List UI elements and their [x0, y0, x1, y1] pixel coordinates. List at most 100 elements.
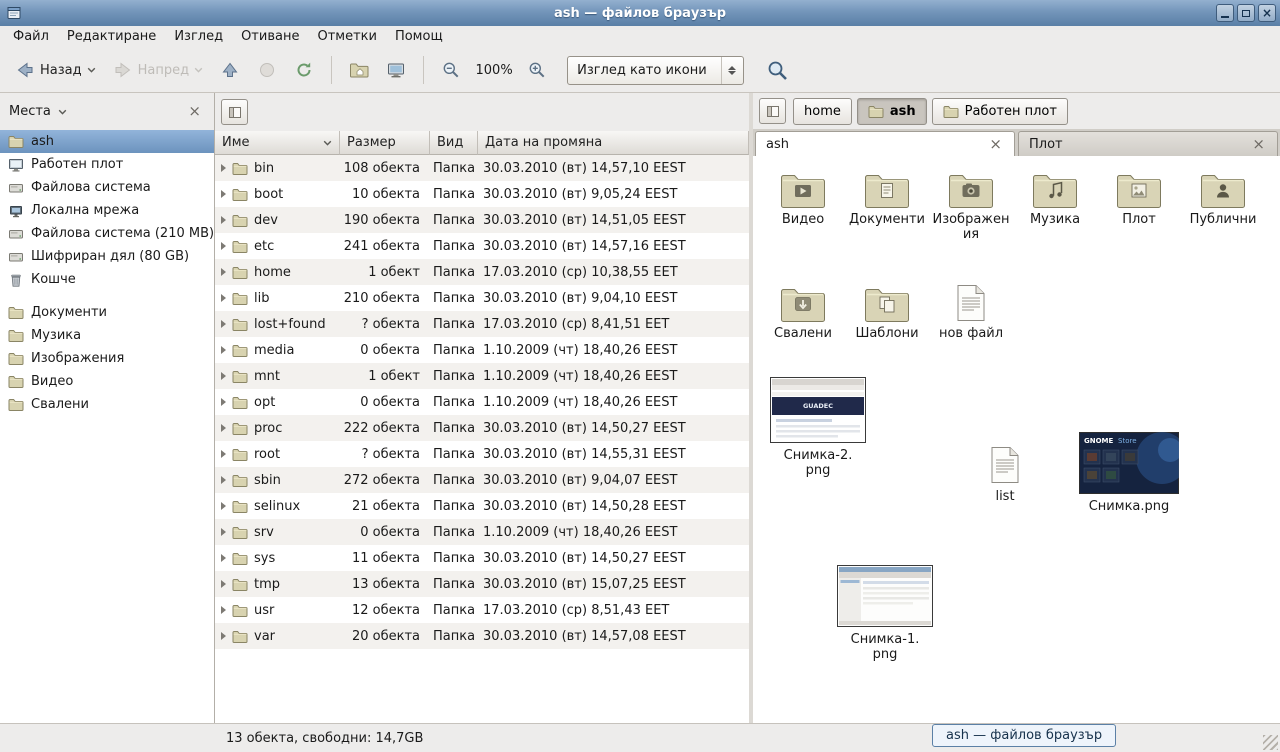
expander-icon[interactable] — [221, 294, 226, 302]
forward-button[interactable]: Напред — [106, 56, 210, 84]
icon-view-item[interactable]: Шаблони — [845, 284, 929, 341]
tree-row[interactable]: etc241 обектаПапка30.03.2010 (вт) 14,57,… — [215, 233, 749, 259]
zoom-in-button[interactable] — [520, 54, 554, 86]
zoom-out-button[interactable] — [434, 54, 468, 86]
sidebar-item[interactable]: ash — [0, 130, 214, 153]
breadcrumb-button[interactable]: Работен плот — [932, 98, 1068, 125]
tree-row[interactable]: proc222 обектаПапка30.03.2010 (вт) 14,50… — [215, 415, 749, 441]
sidebar-item[interactable]: Свалени — [0, 393, 214, 416]
tree-row[interactable]: usr12 обектаПапка17.03.2010 (ср) 8,51,43… — [215, 597, 749, 623]
breadcrumb-button[interactable]: home — [793, 98, 852, 125]
sidebar-item[interactable]: Документи — [0, 301, 214, 324]
tree-row[interactable]: mnt1 обектПапка1.10.2009 (чт) 18,40,26 E… — [215, 363, 749, 389]
expander-icon[interactable] — [221, 476, 226, 484]
tree-row[interactable]: var20 обектаПапка30.03.2010 (вт) 14,57,0… — [215, 623, 749, 649]
minimize-button[interactable] — [1216, 4, 1234, 22]
up-button[interactable] — [213, 54, 247, 86]
expander-icon[interactable] — [221, 632, 226, 640]
menu-item[interactable]: Помощ — [386, 26, 452, 48]
sidebar-mode-select[interactable]: Места × — [0, 93, 214, 130]
sidebar-close-button[interactable]: × — [184, 102, 205, 121]
expander-icon[interactable] — [221, 216, 226, 224]
expander-icon[interactable] — [221, 346, 226, 354]
expander-icon[interactable] — [221, 424, 226, 432]
sidebar-item[interactable]: Изображения — [0, 347, 214, 370]
maximize-button[interactable] — [1237, 4, 1255, 22]
tree-row[interactable]: home1 обектПапка17.03.2010 (ср) 10,38,55… — [215, 259, 749, 285]
stop-button[interactable] — [250, 54, 284, 86]
menu-item[interactable]: Отиване — [232, 26, 308, 48]
expander-icon[interactable] — [221, 398, 226, 406]
tree-row[interactable]: sbin272 обектаПапка30.03.2010 (вт) 9,04,… — [215, 467, 749, 493]
file-item[interactable]: GNOMEStoreСнимка.png — [1079, 432, 1179, 514]
expander-icon[interactable] — [221, 502, 226, 510]
expander-icon[interactable] — [221, 320, 226, 328]
pane-toggle-button[interactable] — [221, 99, 248, 125]
icon-view-item[interactable]: Плот — [1097, 170, 1181, 242]
expander-icon[interactable] — [221, 450, 226, 458]
expander-icon[interactable] — [221, 528, 226, 536]
menu-item[interactable]: Редактиране — [58, 26, 165, 48]
icon-view-item[interactable]: нов файл — [929, 284, 1013, 341]
menu-item[interactable]: Отметки — [308, 26, 385, 48]
icon-view-item[interactable]: Документи — [845, 170, 929, 242]
menu-item[interactable]: Файл — [4, 26, 58, 48]
computer-button[interactable] — [379, 54, 413, 86]
tree-row[interactable]: srv0 обектаПапка1.10.2009 (чт) 18,40,26 … — [215, 519, 749, 545]
resize-grip[interactable] — [1263, 735, 1278, 750]
sidebar-item[interactable]: Работен плот — [0, 153, 214, 176]
view-mode-select[interactable]: Изглед като икони — [567, 56, 744, 85]
home-button[interactable] — [342, 54, 376, 86]
tree-row[interactable]: root? обектаПапка30.03.2010 (вт) 14,55,3… — [215, 441, 749, 467]
tree-row[interactable]: dev190 обектаПапка30.03.2010 (вт) 14,51,… — [215, 207, 749, 233]
column-header-type[interactable]: Вид — [430, 131, 478, 155]
breadcrumb-button[interactable]: ash — [857, 98, 927, 125]
expander-icon[interactable] — [221, 242, 226, 250]
tree-row[interactable]: sys11 обектаПапка30.03.2010 (вт) 14,50,2… — [215, 545, 749, 571]
column-header-date[interactable]: Дата на промяна — [478, 131, 749, 155]
expander-icon[interactable] — [221, 606, 226, 614]
tab-active[interactable]: ash× — [755, 131, 1015, 156]
menu-item[interactable]: Изглед — [165, 26, 232, 48]
sidebar-item[interactable]: Видео — [0, 370, 214, 393]
tab-inactive[interactable]: Плот× — [1018, 131, 1278, 156]
expander-icon[interactable] — [221, 554, 226, 562]
reload-button[interactable] — [287, 54, 321, 86]
tab-close-button[interactable]: × — [1250, 137, 1267, 152]
column-header-size[interactable]: Размер — [340, 131, 430, 155]
tree-row[interactable]: lib210 обектаПапка30.03.2010 (вт) 9,04,1… — [215, 285, 749, 311]
icon-view-item[interactable]: Музика — [1013, 170, 1097, 242]
icon-view-item[interactable]: Публични — [1181, 170, 1265, 242]
back-button[interactable]: Назад — [8, 56, 103, 84]
taskbar-window-label[interactable]: ash — файлов браузър — [932, 724, 1116, 747]
icon-view-item[interactable]: Свалени — [761, 284, 845, 341]
tree-row[interactable]: media0 обектаПапка1.10.2009 (чт) 18,40,2… — [215, 337, 749, 363]
titlebar[interactable]: ash — файлов браузър × — [0, 0, 1280, 26]
expander-icon[interactable] — [221, 372, 226, 380]
icon-view-item[interactable]: Видео — [761, 170, 845, 242]
close-button[interactable]: × — [1258, 4, 1276, 22]
tree-row[interactable]: opt0 обектаПапка1.10.2009 (чт) 18,40,26 … — [215, 389, 749, 415]
sidebar-item[interactable]: Локална мрежа — [0, 199, 214, 222]
pathbar-toggle-button[interactable] — [759, 98, 786, 124]
sidebar-item[interactable]: Файлова система (210 MB) — [0, 222, 214, 245]
expander-icon[interactable] — [221, 190, 226, 198]
tab-close-button[interactable]: × — [987, 137, 1004, 152]
expander-icon[interactable] — [221, 268, 226, 276]
file-item[interactable]: Снимка-1.png — [837, 565, 933, 662]
sidebar-item[interactable]: Шифриран дял (80 GB) — [0, 245, 214, 268]
tree-row[interactable]: lost+found? обектаПапка17.03.2010 (ср) 8… — [215, 311, 749, 337]
tree-row[interactable]: bin108 обектаПапка30.03.2010 (вт) 14,57,… — [215, 155, 749, 181]
tree-row[interactable]: selinux21 обектаПапка30.03.2010 (вт) 14,… — [215, 493, 749, 519]
column-header-name[interactable]: Име — [215, 131, 340, 155]
file-item[interactable]: GUADECСнимка-2.png — [770, 377, 866, 478]
tree-row[interactable]: tmp13 обектаПапка30.03.2010 (вт) 15,07,2… — [215, 571, 749, 597]
file-item[interactable]: list — [975, 446, 1035, 504]
sidebar-item[interactable]: Кошче — [0, 268, 214, 291]
search-button[interactable] — [761, 54, 795, 86]
sidebar-item[interactable]: Файлова система — [0, 176, 214, 199]
expander-icon[interactable] — [221, 164, 226, 172]
sidebar-item[interactable]: Музика — [0, 324, 214, 347]
icon-view-item[interactable]: Изображения — [929, 170, 1013, 242]
tree-row[interactable]: boot10 обектаПапка30.03.2010 (вт) 9,05,2… — [215, 181, 749, 207]
